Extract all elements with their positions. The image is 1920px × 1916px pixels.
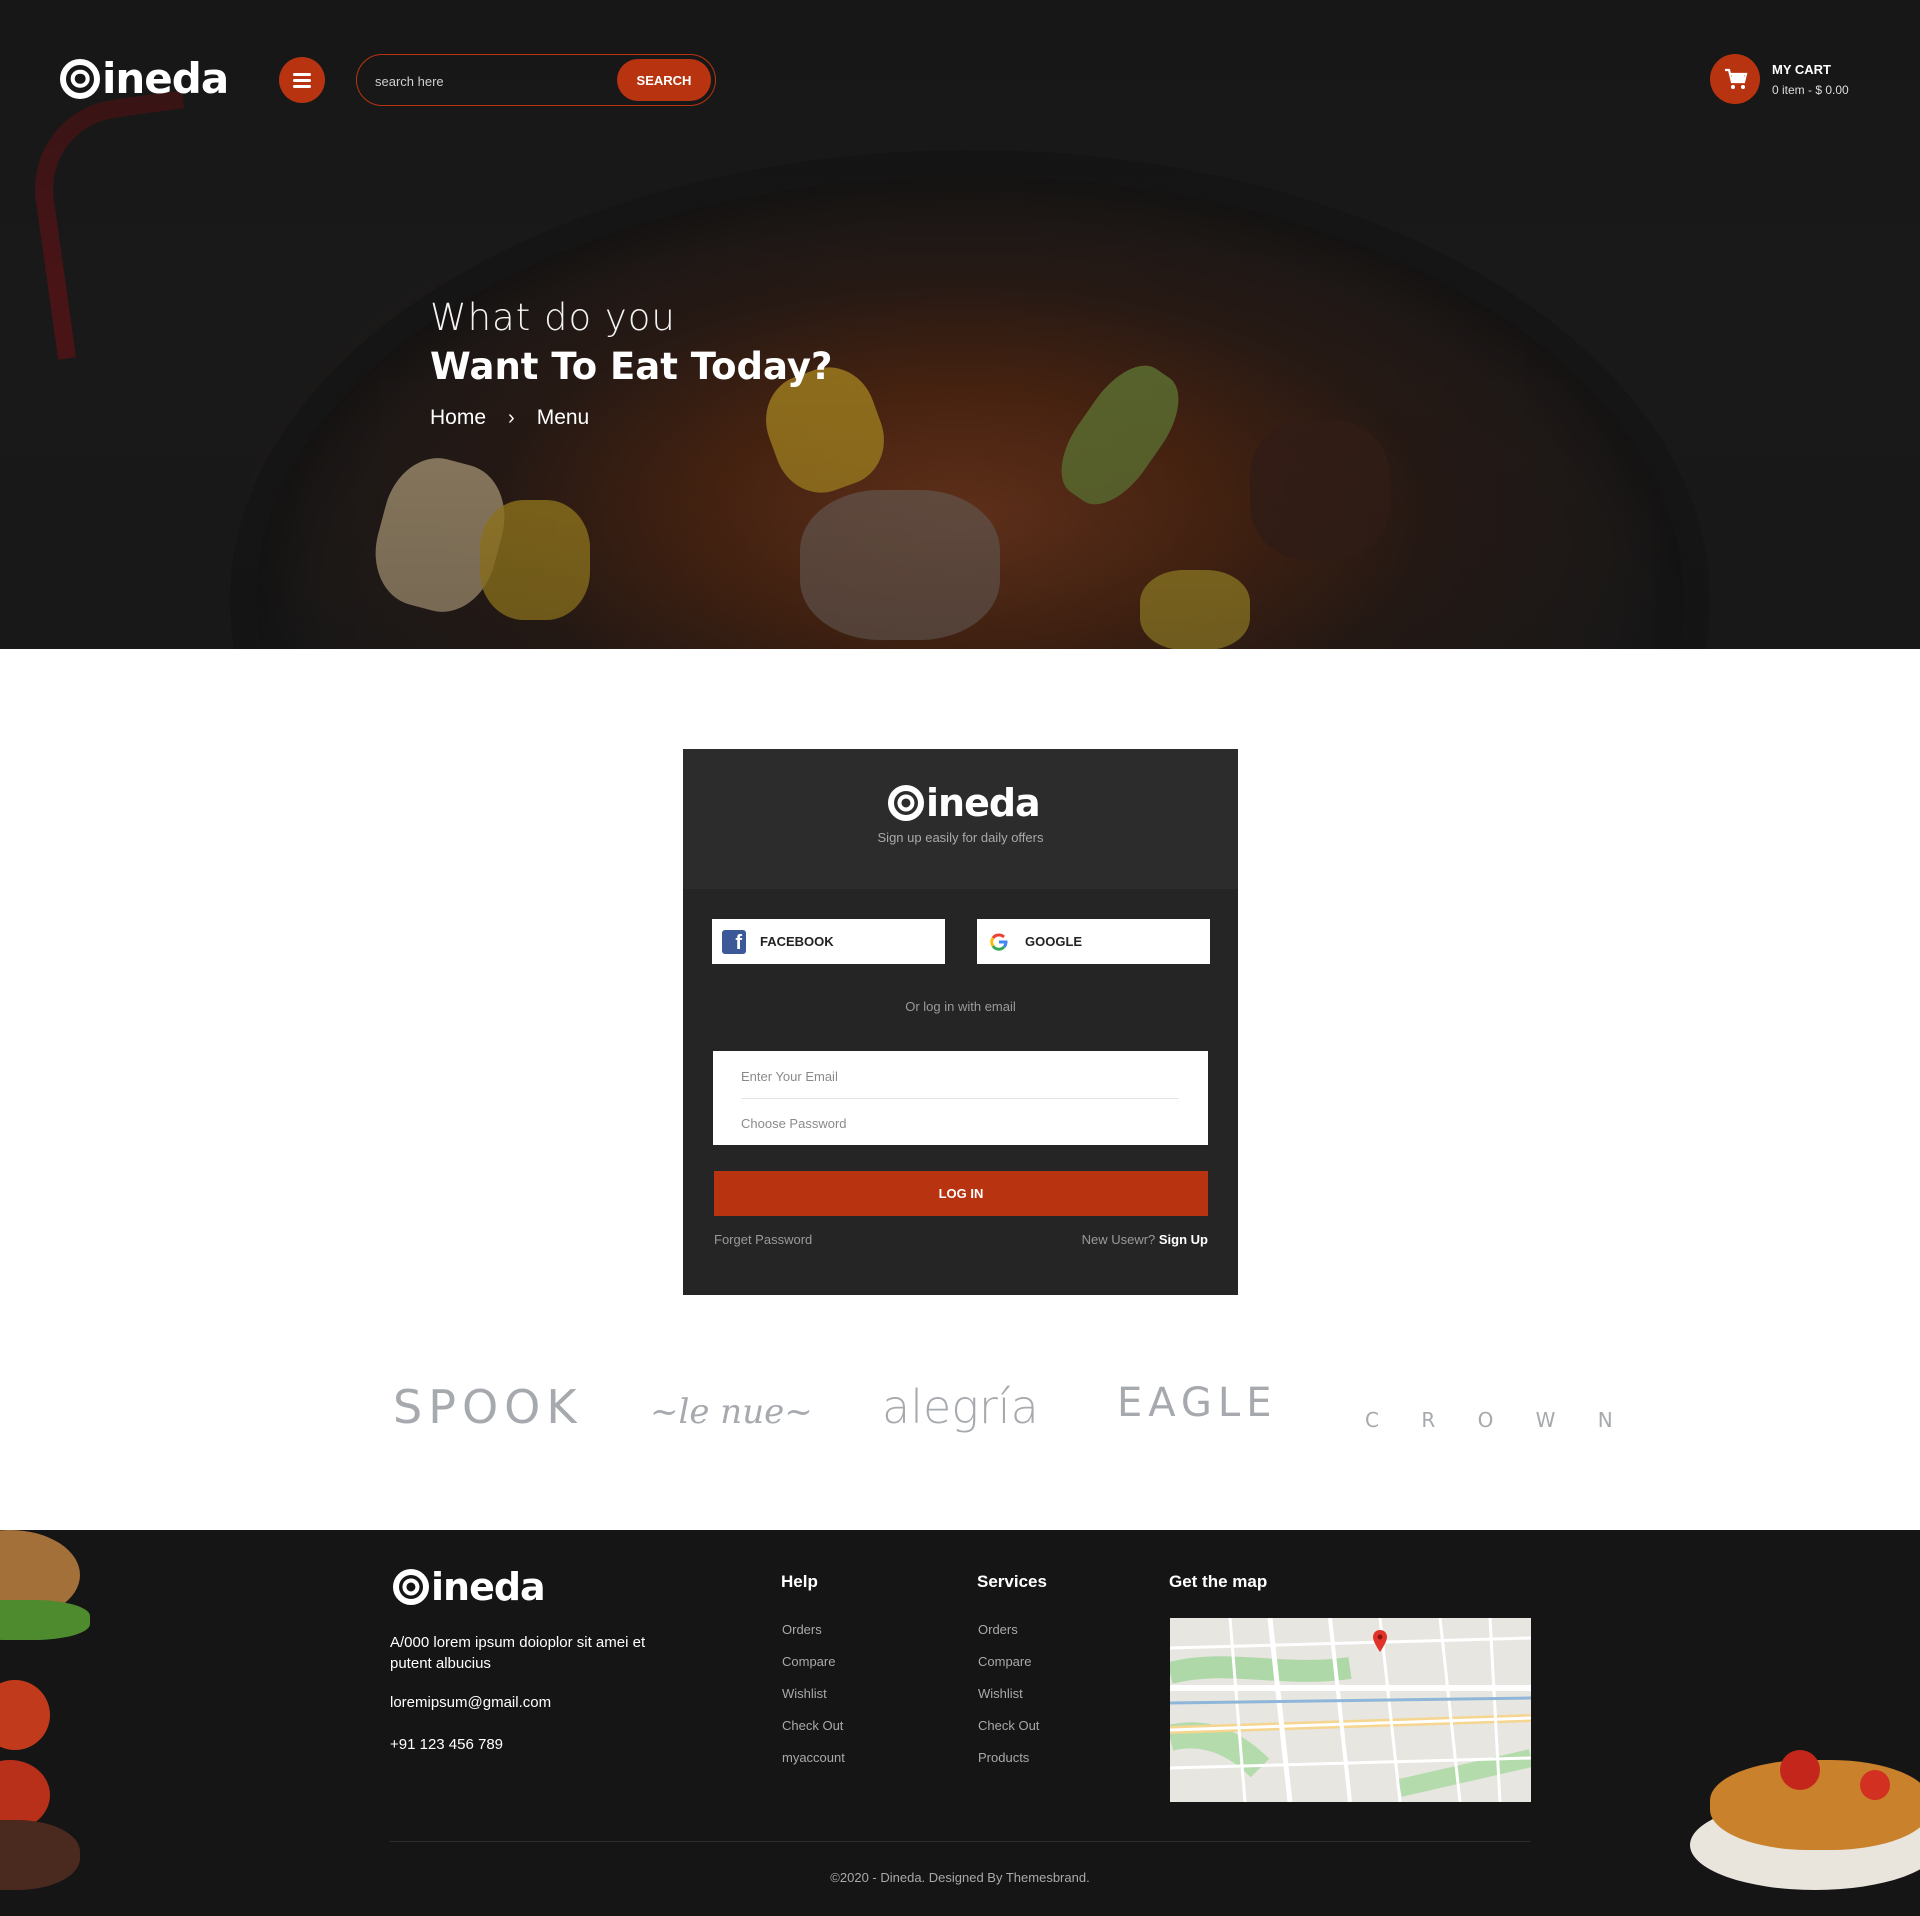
signup-link[interactable]: Sign Up	[1159, 1232, 1208, 1247]
login-fields	[713, 1051, 1208, 1145]
footer-logo[interactable]: ineda	[393, 1565, 546, 1609]
logo-mark-icon	[60, 58, 100, 99]
login-card-header: ineda Sign up easily for daily offers	[683, 749, 1238, 889]
services-links: Orders Compare Wishlist Check Out Produc…	[978, 1622, 1039, 1782]
new-user-text: New Usewr?	[1081, 1232, 1156, 1247]
facebook-icon: f	[722, 929, 746, 954]
help-link-compare[interactable]: Compare	[782, 1654, 845, 1686]
map-pin-icon	[1373, 1630, 1387, 1652]
map-heading: Get the map	[1169, 1572, 1268, 1591]
cart-title: MY CART	[1772, 61, 1831, 77]
signup-prompt: New Usewr? Sign Up	[1082, 1232, 1208, 1247]
hero-line-1: What do you	[430, 296, 676, 339]
help-heading: Help	[781, 1572, 818, 1591]
services-heading: Services	[977, 1572, 1047, 1591]
hero-banner: ineda SEARCH MY CART 0 item - $ 0.00 Wha…	[0, 0, 1920, 649]
services-link-wishlist[interactable]: Wishlist	[978, 1686, 1039, 1718]
location-map[interactable]	[1170, 1618, 1531, 1802]
help-link-checkout[interactable]: Check Out	[782, 1718, 845, 1750]
services-link-compare[interactable]: Compare	[978, 1654, 1039, 1686]
breadcrumb: Home › Menu	[430, 406, 832, 430]
burger-decoration	[0, 1530, 100, 1916]
brand-logo-spook: SPOOK	[393, 1380, 583, 1434]
logo-mark-icon	[888, 785, 924, 821]
google-label: GOOGLE	[1025, 934, 1083, 949]
site-footer: ineda A/000 lorem ipsum doioplor sit ame…	[0, 1530, 1920, 1916]
facebook-label: FACEBOOK	[760, 934, 834, 949]
services-link-products[interactable]: Products	[978, 1750, 1039, 1782]
brand-logo-lenue: ~le nue~	[650, 1392, 813, 1432]
help-link-orders[interactable]: Orders	[782, 1622, 845, 1654]
brand-logo-eagle: EAGLE	[1117, 1380, 1278, 1426]
or-divider-text: Or log in with email	[905, 999, 1016, 1014]
facebook-login-button[interactable]: f FACEBOOK	[712, 919, 945, 964]
login-card: ineda Sign up easily for daily offers f …	[683, 749, 1238, 1295]
search-bar: SEARCH	[356, 54, 716, 106]
breadcrumb-home[interactable]: Home	[430, 406, 486, 430]
hero-line-2: Want To Eat Today?	[430, 345, 833, 388]
brand-logo-alegria: alegría	[882, 1380, 1039, 1434]
google-icon	[987, 930, 1011, 954]
cart-icon	[1710, 54, 1760, 104]
search-input[interactable]	[375, 69, 595, 93]
cart-widget[interactable]: MY CART 0 item - $ 0.00	[1710, 54, 1849, 104]
logo-mark-icon	[393, 1569, 429, 1605]
services-link-orders[interactable]: Orders	[978, 1622, 1039, 1654]
services-link-checkout[interactable]: Check Out	[978, 1718, 1039, 1750]
help-link-wishlist[interactable]: Wishlist	[782, 1686, 845, 1718]
help-links: Orders Compare Wishlist Check Out myacco…	[782, 1622, 845, 1782]
footer-phone[interactable]: +91 123 456 789	[390, 1736, 503, 1753]
footer-divider	[390, 1841, 1530, 1842]
brand-logo-crown: C R O W N	[1365, 1408, 1631, 1432]
footer-address: A/000 lorem ipsum doioplor sit amei et p…	[390, 1634, 646, 1672]
password-field[interactable]	[741, 1108, 1181, 1138]
google-login-button[interactable]: GOOGLE	[977, 919, 1210, 964]
chevron-right-icon: ›	[508, 406, 515, 429]
login-tagline: Sign up easily for daily offers	[877, 830, 1044, 845]
help-link-myaccount[interactable]: myaccount	[782, 1750, 845, 1782]
forgot-password-link[interactable]: Forget Password	[714, 1232, 812, 1247]
hero-heading: What do you Want To Eat Today? Home › Me…	[430, 296, 832, 430]
login-logo: ineda	[888, 781, 1041, 825]
copyright: ©2020 - Dineda. Designed By Themesbrand.	[830, 1870, 1090, 1885]
email-field[interactable]	[741, 1061, 1181, 1091]
login-button[interactable]: LOG IN	[714, 1171, 1208, 1216]
search-button[interactable]: SEARCH	[617, 59, 711, 101]
footer-email[interactable]: loremipsum@gmail.com	[390, 1694, 551, 1711]
menu-toggle-button[interactable]	[279, 57, 325, 103]
hamburger-icon	[293, 72, 311, 76]
cart-summary: 0 item - $ 0.00	[1772, 82, 1849, 97]
breadcrumb-menu[interactable]: Menu	[537, 406, 590, 430]
site-logo[interactable]: ineda	[60, 54, 229, 103]
